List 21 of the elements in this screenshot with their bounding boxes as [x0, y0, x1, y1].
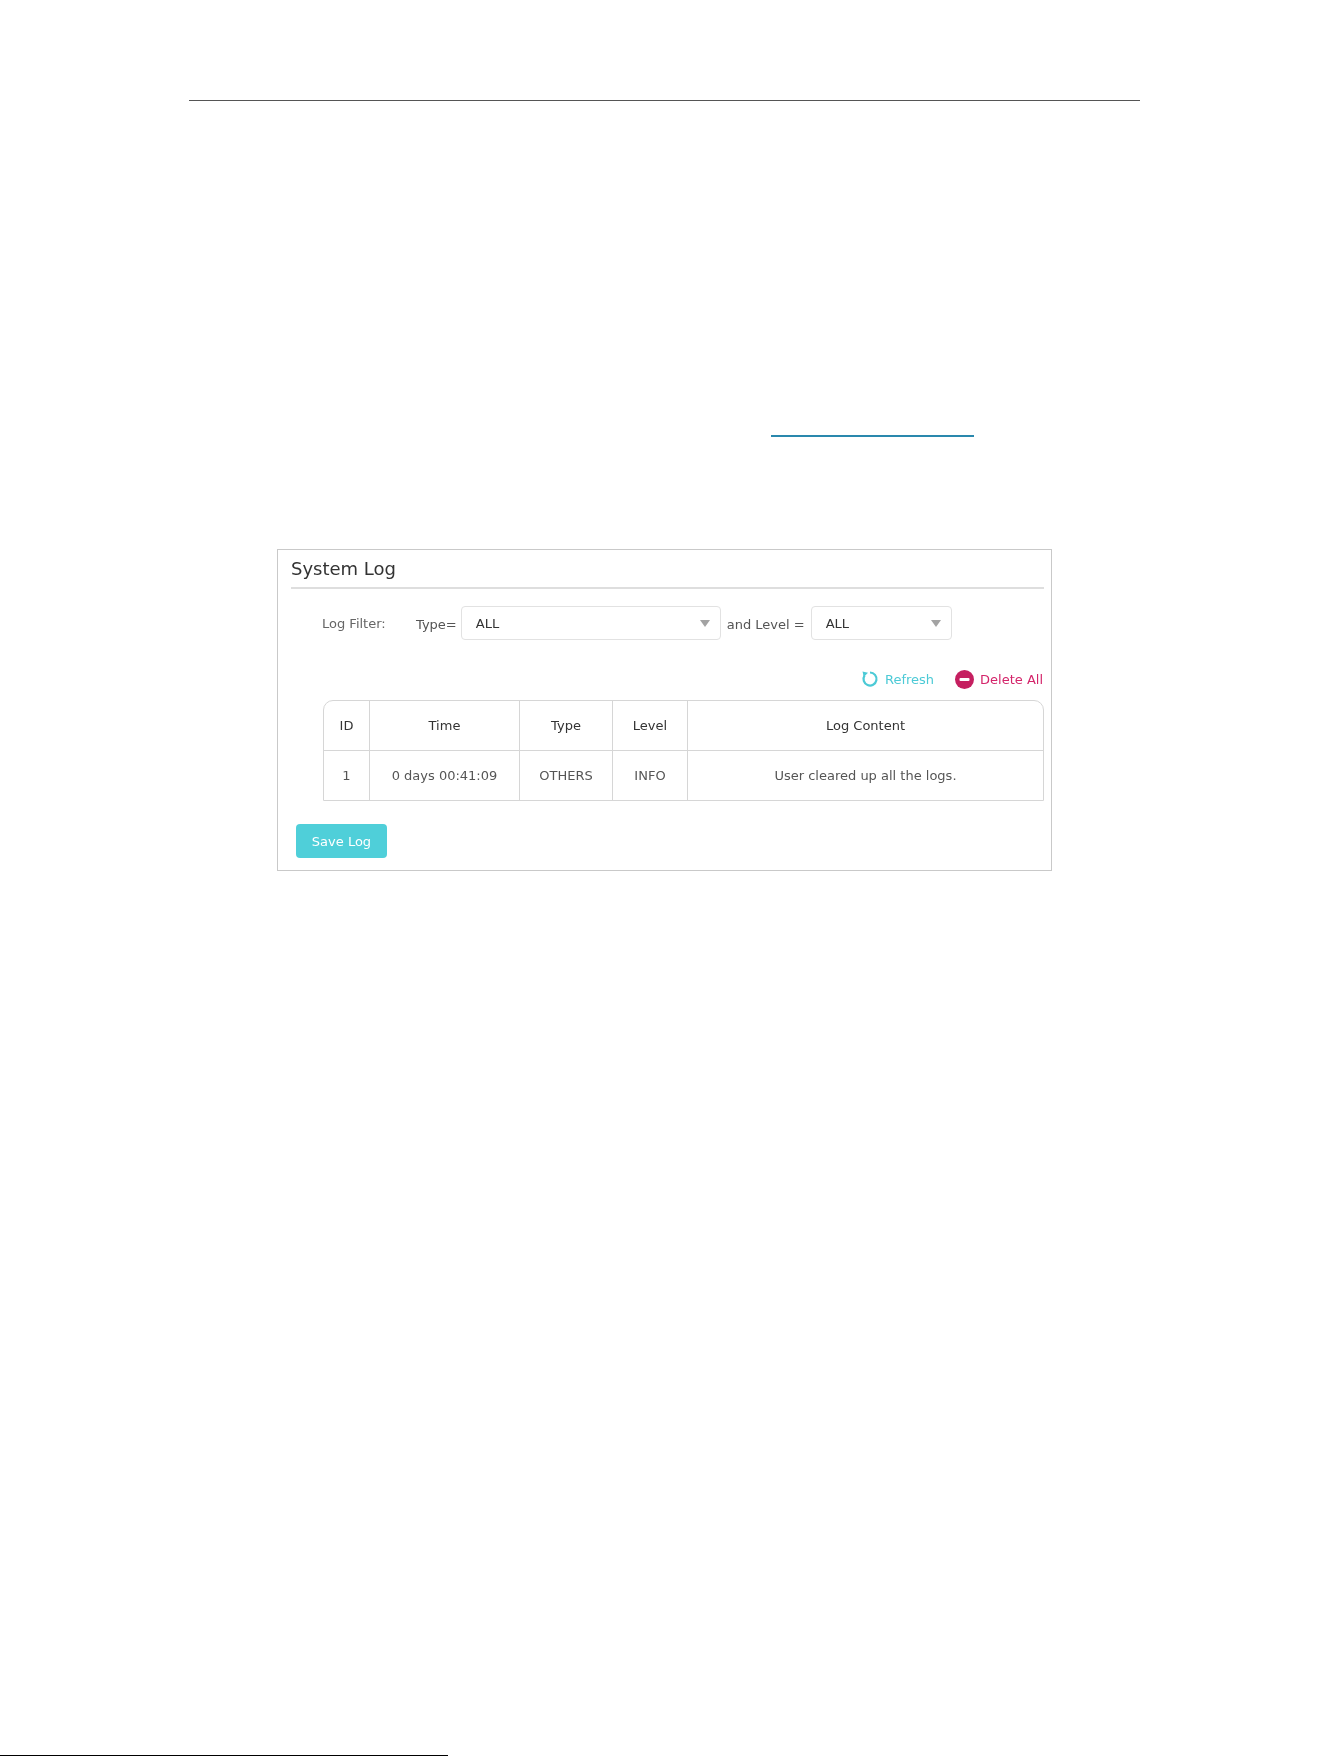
column-header: Time [369, 701, 519, 750]
column-header: Log Content [687, 701, 1043, 750]
delete-all-link[interactable]: Delete All [955, 669, 1043, 689]
type-label: Type= [416, 617, 457, 632]
table-cell: 0 days 00:41:09 [369, 750, 519, 800]
panel-title: System Log [291, 557, 397, 581]
caret-icon [930, 619, 941, 627]
level-label: and Level = [726, 617, 805, 632]
filter-label: Log Filter: [322, 615, 387, 631]
caret-icon [699, 619, 710, 627]
table-cell: User cleared up all the logs. [687, 750, 1043, 800]
table-cell: OTHERS [519, 750, 612, 800]
minus-circle-icon [955, 669, 975, 689]
refresh-icon [860, 670, 879, 688]
type-dropdown[interactable]: ALL [460, 606, 721, 640]
table-cell: INFO [612, 750, 687, 800]
column-header: Level [612, 701, 687, 750]
level-dropdown[interactable]: ALL [810, 606, 952, 640]
table-cell: 1 [324, 750, 369, 800]
column-header: ID [338, 717, 355, 735]
column-header: Type [519, 701, 612, 750]
